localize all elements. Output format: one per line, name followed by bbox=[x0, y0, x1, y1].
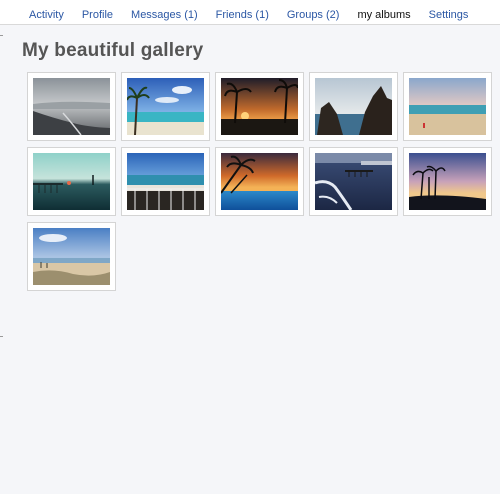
photo-thumbnail[interactable] bbox=[121, 147, 210, 216]
nav-activity[interactable]: Activity bbox=[29, 9, 64, 21]
edge-tick bbox=[0, 336, 3, 337]
page-title: My beautiful gallery bbox=[22, 40, 204, 61]
top-nav-bar: Activity Profile Messages (1) Friends (1… bbox=[0, 0, 500, 25]
nav-messages[interactable]: Messages (1) bbox=[131, 9, 198, 21]
photo-beach-pink-sky bbox=[409, 78, 486, 135]
photo-grey-shore bbox=[33, 78, 110, 135]
photo-thumbnail[interactable] bbox=[309, 72, 398, 141]
photo-thumbnail[interactable] bbox=[215, 147, 304, 216]
photo-palm-sunset bbox=[221, 78, 298, 135]
photo-thumbnail[interactable] bbox=[215, 72, 304, 141]
photo-thumbnail[interactable] bbox=[403, 72, 492, 141]
photo-thumbnail[interactable] bbox=[27, 147, 116, 216]
photo-palm-sunset-pool bbox=[221, 153, 298, 210]
nav-profile[interactable]: Profile bbox=[82, 9, 113, 21]
main-nav: Activity Profile Messages (1) Friends (1… bbox=[29, 9, 486, 21]
nav-groups[interactable]: Groups (2) bbox=[287, 9, 340, 21]
nav-settings[interactable]: Settings bbox=[429, 9, 469, 21]
photo-thumbnail[interactable] bbox=[27, 222, 116, 291]
photo-thumbnail[interactable] bbox=[403, 147, 492, 216]
photo-sea-rocks bbox=[315, 78, 392, 135]
photo-thumbnail[interactable] bbox=[309, 147, 398, 216]
photo-palm-beach bbox=[127, 78, 204, 135]
photo-teal-dusk-pier bbox=[33, 153, 110, 210]
photo-thumbnail[interactable] bbox=[27, 72, 116, 141]
photo-dune-beach bbox=[33, 228, 110, 285]
nav-friends[interactable]: Friends (1) bbox=[216, 9, 269, 21]
nav-my-albums[interactable]: my albums bbox=[357, 9, 410, 21]
photo-waves-pier bbox=[315, 153, 392, 210]
edge-tick bbox=[0, 35, 3, 36]
photo-balcony-sea bbox=[127, 153, 204, 210]
photo-palm-silhouette-dusk bbox=[409, 153, 486, 210]
photo-thumbnail[interactable] bbox=[121, 72, 210, 141]
